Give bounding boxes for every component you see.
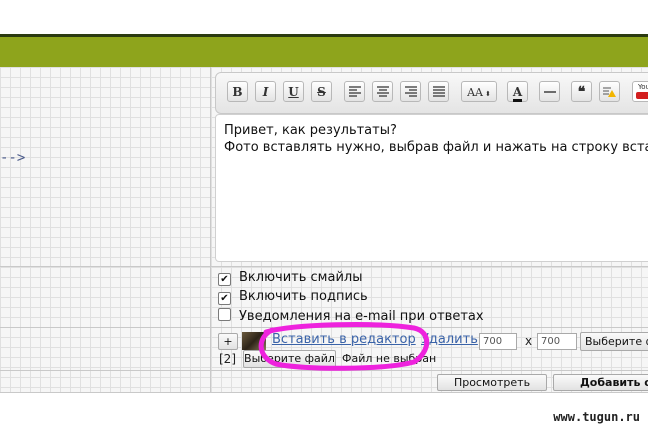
editor-line: Привет, как результаты? — [224, 123, 397, 138]
align-left-button[interactable] — [344, 81, 365, 102]
horizontal-rule-button[interactable] — [539, 81, 560, 102]
quote-icon: ❝ — [577, 84, 586, 100]
horizontal-rule-icon — [543, 91, 556, 93]
highlight-ellipse-icon — [258, 322, 430, 371]
italic-button[interactable]: I — [255, 81, 276, 102]
preview-button[interactable]: Просмотреть — [437, 374, 547, 391]
font-size-select[interactable]: AA ⬍ — [461, 81, 497, 102]
strike-button[interactable]: S — [311, 81, 332, 102]
align-right-icon — [404, 86, 417, 97]
align-justify-button[interactable] — [428, 81, 449, 102]
choose-file-button[interactable]: Выберите файл — [580, 332, 648, 351]
watermark: www.tugun.ru — [553, 410, 640, 424]
message-editor[interactable]: Привет, как результаты? Фото вставлять н… — [215, 114, 648, 262]
divider — [0, 392, 648, 393]
smiles-checkbox[interactable]: ✔ — [218, 273, 231, 286]
editor-line: Фото вставлять нужно, выбрав файл и нажа… — [224, 140, 648, 155]
align-justify-icon — [432, 86, 445, 97]
align-center-button[interactable] — [372, 81, 393, 102]
option-smiles[interactable]: ✔ Включить смайлы — [218, 270, 362, 286]
attachment-index: [2] — [219, 352, 236, 366]
updown-icon: ⬍ — [485, 90, 491, 98]
quote-button[interactable]: ❝ — [571, 81, 592, 102]
add-attachment-button[interactable]: + — [218, 333, 238, 350]
form-header-bar — [0, 37, 648, 67]
option-signature[interactable]: ✔ Включить подпись — [218, 289, 368, 305]
signature-checkbox[interactable]: ✔ — [218, 292, 231, 305]
image-width-input[interactable]: 700 — [479, 333, 517, 350]
bold-button[interactable]: B — [227, 81, 248, 102]
left-column — [0, 67, 211, 392]
comment-arrow: --> — [0, 150, 26, 166]
align-left-icon — [348, 86, 361, 97]
editor-toolbar: B I U S AA ⬍ A ❝ You — [215, 72, 648, 114]
align-right-button[interactable] — [400, 81, 421, 102]
submit-reply-button[interactable]: Добавить ответ — [553, 374, 648, 391]
underline-button[interactable]: U — [283, 81, 304, 102]
spoiler-button[interactable] — [599, 81, 620, 102]
notify-checkbox[interactable] — [218, 308, 231, 321]
youtube-icon — [636, 92, 648, 99]
divider — [0, 266, 648, 267]
image-height-input[interactable]: 700 — [537, 333, 577, 350]
youtube-button[interactable]: You — [632, 81, 648, 102]
font-color-button[interactable]: A — [507, 81, 528, 102]
align-center-icon — [376, 86, 389, 97]
warning-note-icon — [603, 87, 616, 97]
size-separator: x — [525, 334, 533, 348]
